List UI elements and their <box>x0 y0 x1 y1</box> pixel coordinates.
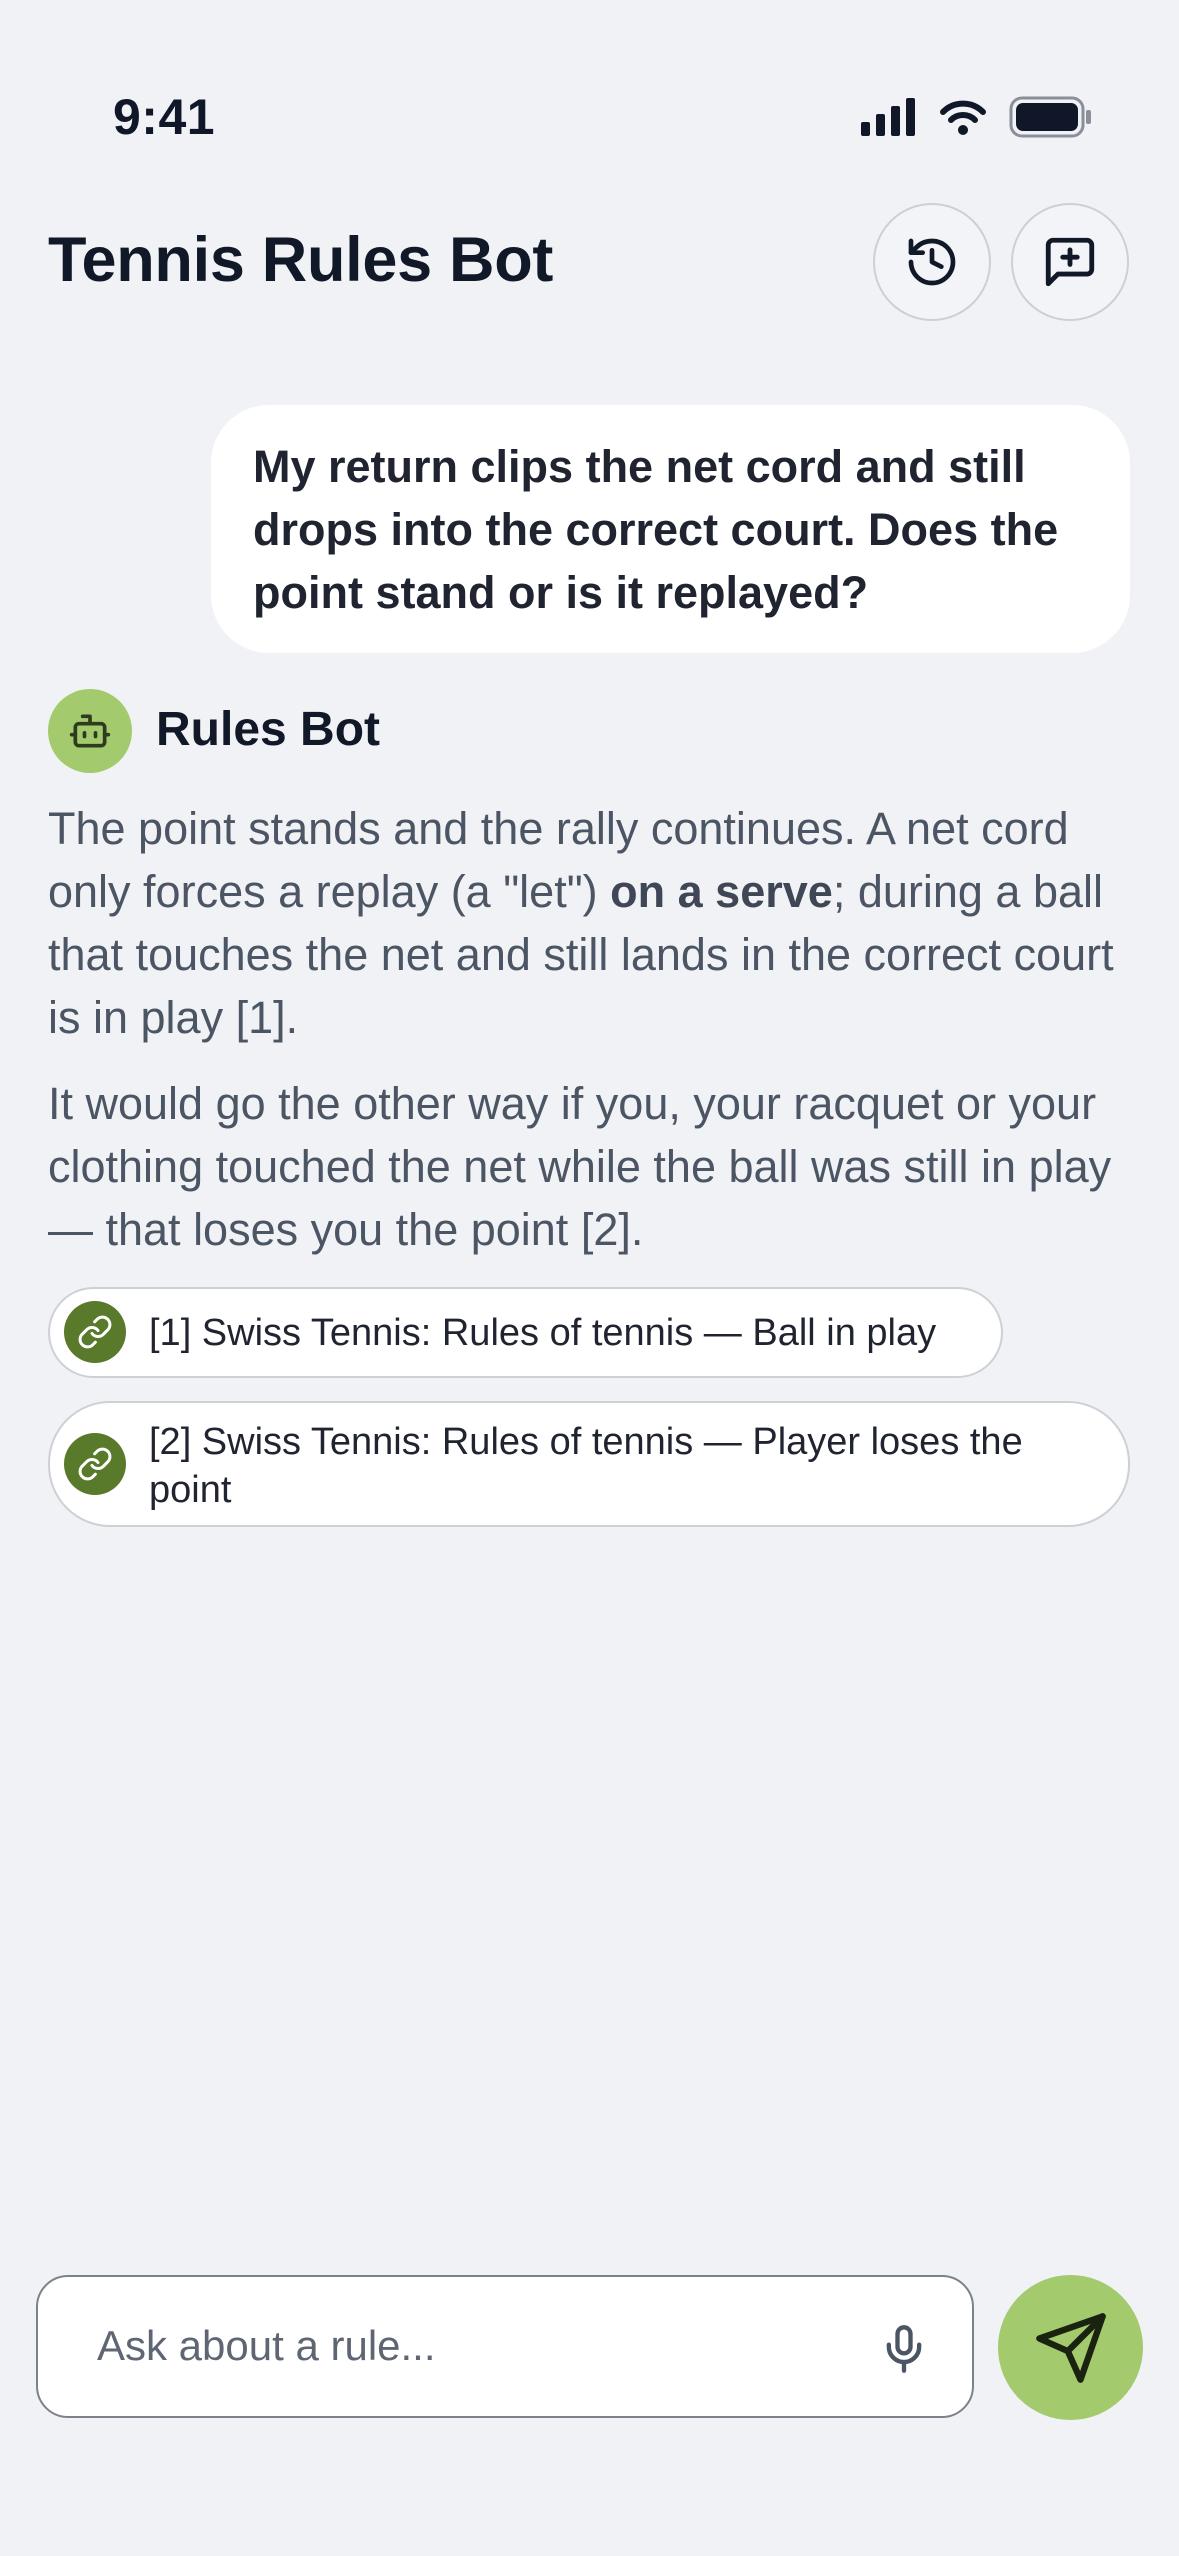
status-time: 9:41 <box>113 89 216 145</box>
history-button[interactable] <box>873 203 991 321</box>
source-label: [2] Swiss Tennis: Rules of tennis — Play… <box>149 1421 1023 1511</box>
status-bar: 9:41 <box>0 0 1179 230</box>
link-icon <box>78 1447 112 1481</box>
new-chat-icon <box>1045 237 1095 287</box>
new-chat-button[interactable] <box>1011 203 1129 321</box>
send-button[interactable] <box>998 2275 1143 2420</box>
bot-avatar <box>48 689 132 773</box>
answer-emphasis: on a serve <box>610 866 833 917</box>
cellular-signal-icon <box>861 98 915 136</box>
source-link-2[interactable]: [2] Swiss Tennis: Rules of tennis — Play… <box>48 1401 1130 1527</box>
source-label: [1] Swiss Tennis: Rules of tennis — Ball… <box>149 1312 937 1354</box>
status-icons <box>861 92 1093 142</box>
chip-link-icon-wrap <box>64 1433 126 1495</box>
source-link-1[interactable]: [1] Swiss Tennis: Rules of tennis — Ball… <box>48 1287 1003 1378</box>
history-icon <box>908 238 956 286</box>
input-placeholder: Ask about a rule... <box>97 2322 436 2369</box>
message-input[interactable]: Ask about a rule... <box>36 2275 974 2418</box>
robot-icon <box>69 714 111 748</box>
bot-answer-paragraph-2: It would go the other way if you, your r… <box>48 1078 1112 1255</box>
chat-screen: 9:41 Tennis Rules Bot My return clips th… <box>0 0 1179 2556</box>
link-icon <box>78 1315 112 1349</box>
wifi-icon <box>940 100 986 135</box>
chip-link-icon-wrap <box>64 1301 126 1363</box>
user-message-bubble: My return clips the net cord and still d… <box>211 405 1130 653</box>
page-title: Tennis Rules Bot <box>48 225 554 295</box>
bot-name: Rules Bot <box>156 703 381 756</box>
battery-icon <box>1009 96 1091 138</box>
bot-answer-paragraph-1: The point stands and the rally continues… <box>48 797 1138 1049</box>
microphone-icon[interactable] <box>878 2321 930 2377</box>
send-icon <box>1035 2312 1106 2383</box>
